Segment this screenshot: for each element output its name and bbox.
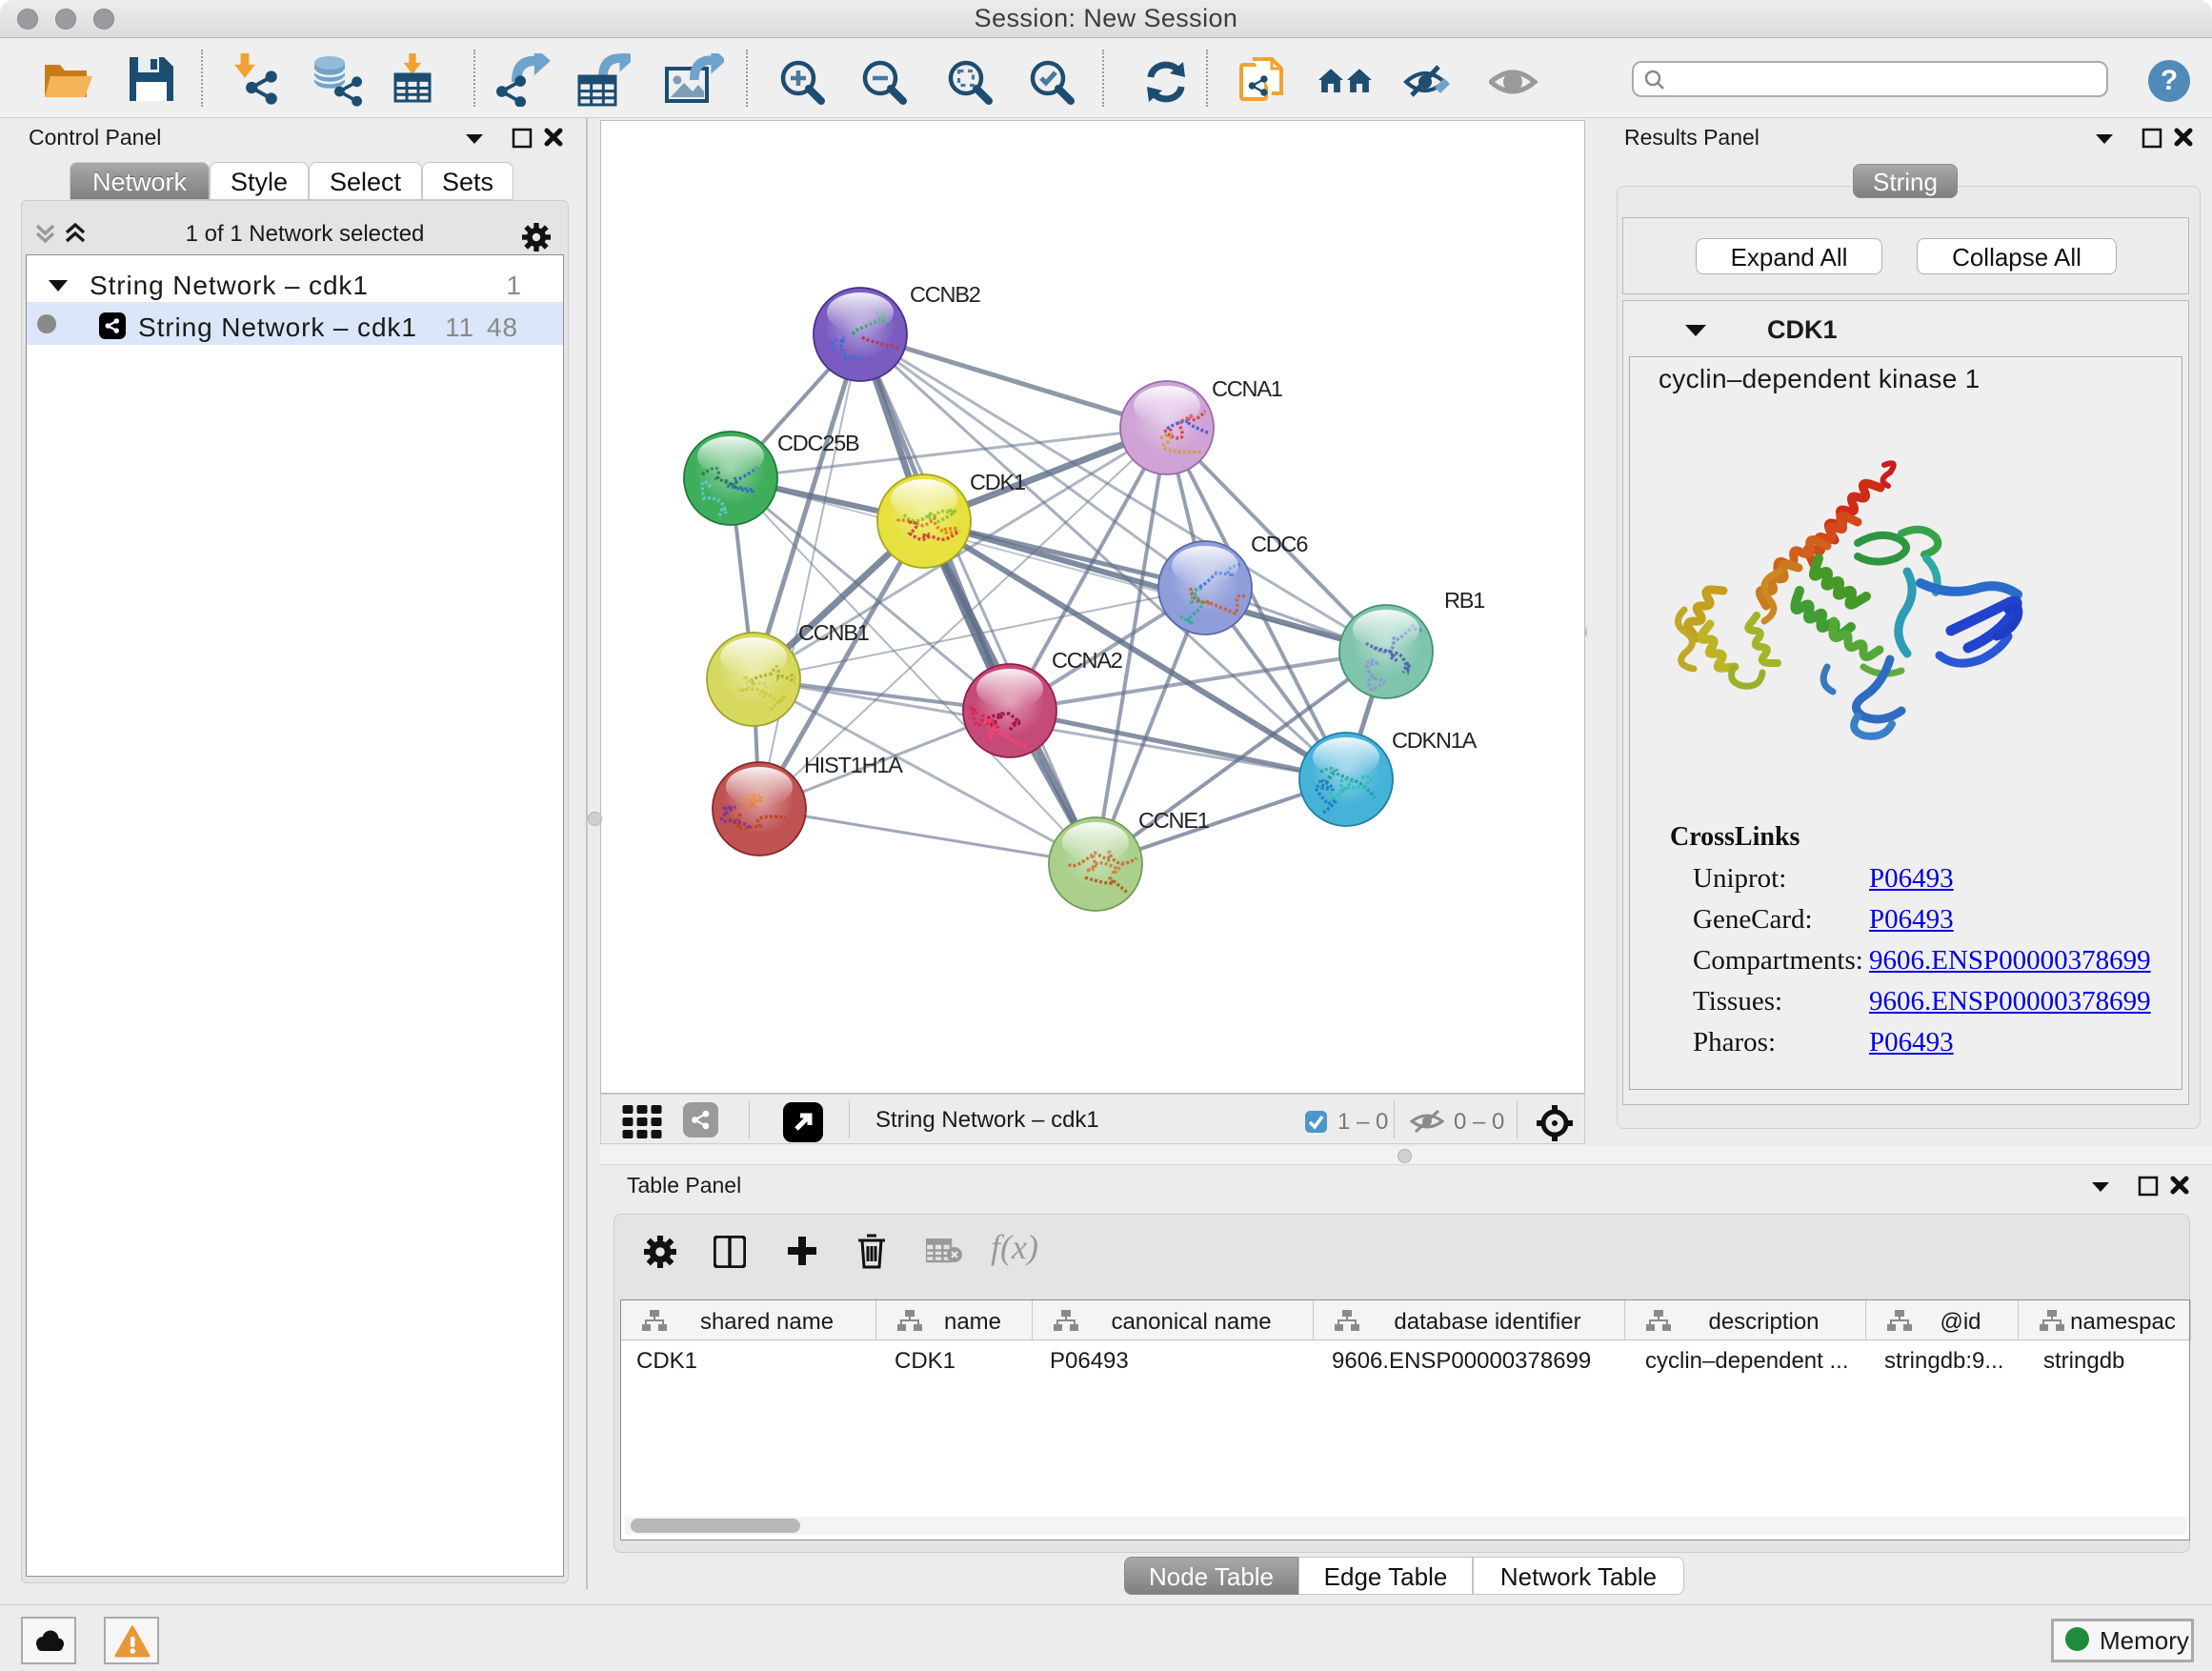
svg-text:CCNE1: CCNE1 (1138, 808, 1209, 833)
svg-text:CDC6: CDC6 (1251, 532, 1308, 556)
svg-text:CDKN1A: CDKN1A (1392, 728, 1478, 753)
svg-text:RB1: RB1 (1444, 588, 1484, 613)
svg-text:?: ? (2161, 65, 2178, 96)
svg-text:CCNB2: CCNB2 (910, 282, 980, 307)
svg-text:HIST1H1A: HIST1H1A (804, 753, 903, 777)
svg-text:CDK1: CDK1 (970, 470, 1025, 494)
svg-text:CDC25B: CDC25B (777, 431, 859, 455)
svg-text:CCNA1: CCNA1 (1212, 376, 1282, 401)
svg-text:CCNB1: CCNB1 (798, 620, 869, 645)
svg-text:CCNA2: CCNA2 (1052, 648, 1122, 673)
